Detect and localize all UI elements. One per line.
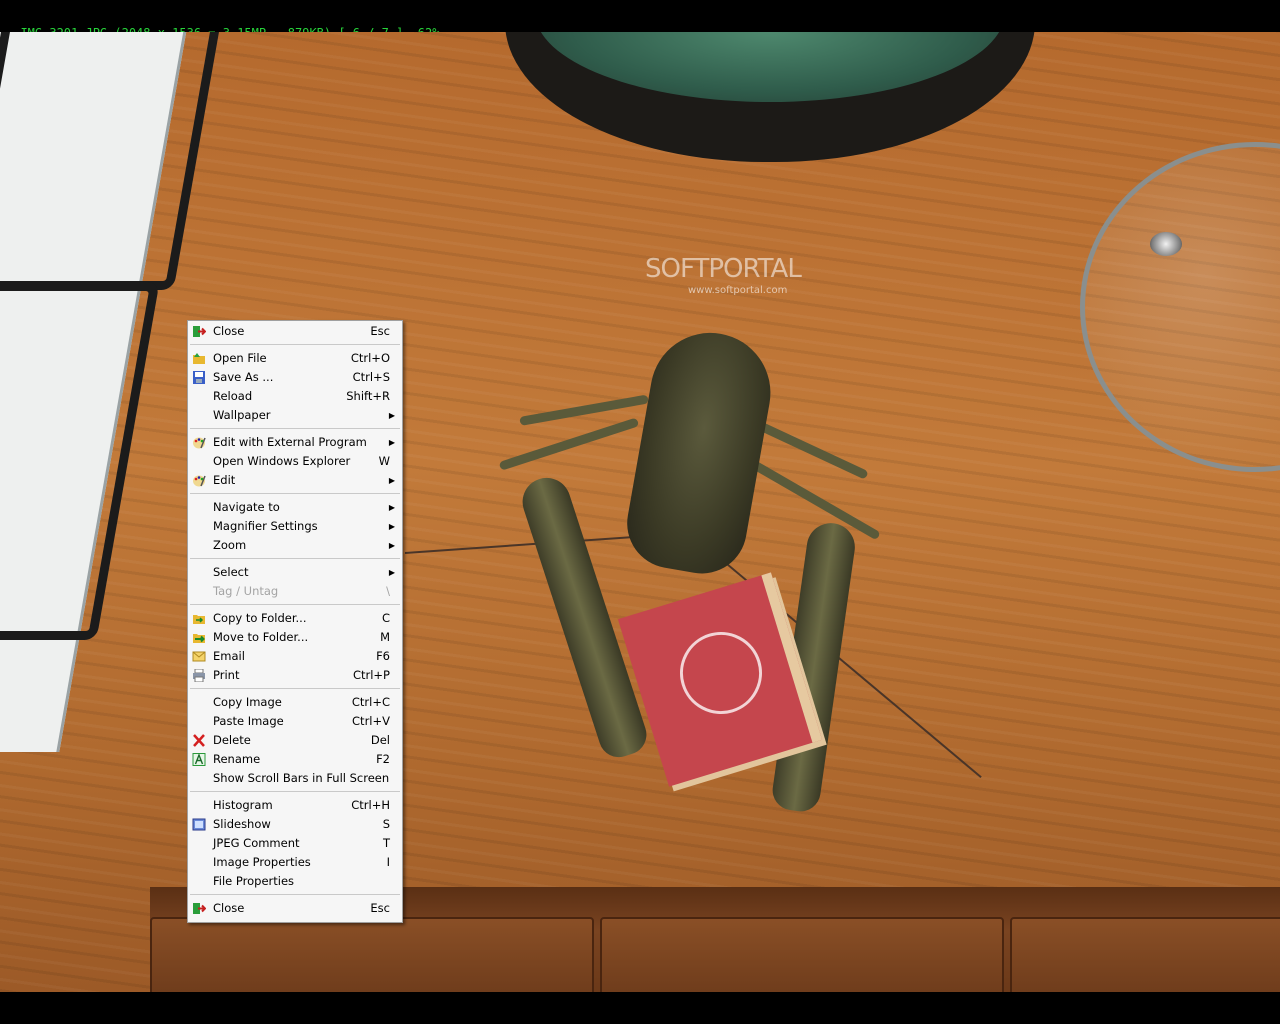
menu-separator (190, 791, 400, 792)
crayfish-leg (737, 452, 881, 541)
palette-icon (193, 475, 206, 487)
floppy-disk-icon (193, 371, 205, 384)
rename-icon (192, 753, 206, 766)
submenu-arrow-icon: ▶ (388, 476, 395, 485)
menu-magnifier-settings[interactable]: Magnifier Settings ▶ (188, 517, 402, 536)
menu-navigate-to[interactable]: Navigate to ▶ (188, 498, 402, 517)
submenu-arrow-icon: ▶ (388, 568, 395, 577)
open-folder-icon (193, 353, 205, 364)
red-x-icon (193, 734, 205, 747)
move-folder-icon (193, 634, 205, 643)
menu-separator (190, 894, 400, 895)
stove-grate (0, 32, 223, 290)
exit-icon (193, 326, 206, 337)
menu-wallpaper[interactable]: Wallpaper ▶ (188, 406, 402, 425)
menu-open-file[interactable]: Open File Ctrl+O (188, 349, 402, 368)
menu-delete[interactable]: Delete Del (188, 731, 402, 750)
menu-image-properties[interactable]: Image Properties I (188, 853, 402, 872)
cabinet-door (1010, 917, 1280, 992)
menu-move-to-folder[interactable]: Move to Folder... M (188, 628, 402, 647)
menu-close[interactable]: Close Esc (188, 322, 402, 341)
menu-slideshow[interactable]: Slideshow S (188, 815, 402, 834)
menu-edit-external[interactable]: Edit with External Program ▶ (188, 433, 402, 452)
menu-copy-to-folder[interactable]: Copy to Folder... C (188, 609, 402, 628)
bottom-bar (0, 992, 1280, 1024)
menu-reload[interactable]: Reload Shift+R (188, 387, 402, 406)
menu-print[interactable]: Print Ctrl+P (188, 666, 402, 685)
menu-paste-image[interactable]: Paste Image Ctrl+V (188, 712, 402, 731)
menu-separator (190, 493, 400, 494)
lid-knob (1150, 232, 1182, 256)
menu-show-scroll-bars[interactable]: Show Scroll Bars in Full Screen (188, 769, 402, 788)
submenu-arrow-icon: ▶ (388, 541, 395, 550)
copy-folder-icon (193, 615, 205, 624)
submenu-arrow-icon: ▶ (388, 438, 395, 447)
menu-open-explorer[interactable]: Open Windows Explorer W (188, 452, 402, 471)
slideshow-icon (192, 818, 206, 831)
menu-copy-image[interactable]: Copy Image Ctrl+C (188, 693, 402, 712)
menu-separator (190, 558, 400, 559)
menu-tag-untag: Tag / Untag \ (213, 584, 390, 598)
stove-grate (0, 282, 160, 640)
glass-lid (1080, 142, 1280, 472)
menu-separator (190, 688, 400, 689)
menu-file-properties[interactable]: File Properties (188, 872, 402, 891)
menu-zoom[interactable]: Zoom ▶ (188, 536, 402, 555)
watermark-brand: SOFTPORTAL (645, 254, 802, 284)
menu-separator (190, 428, 400, 429)
crayfish-leg (498, 417, 640, 471)
menu-separator (190, 344, 400, 345)
menu-email[interactable]: Email F6 (188, 647, 402, 666)
menu-jpeg-comment[interactable]: JPEG Comment T (188, 834, 402, 853)
status-bar: IMG_3201.JPG (2048 x 1536 = 3.15MP , 879… (0, 0, 1280, 40)
envelope-icon (192, 651, 206, 662)
menu-edit[interactable]: Edit ▶ (188, 471, 402, 490)
cabinet-door (150, 917, 594, 992)
submenu-arrow-icon: ▶ (388, 522, 395, 531)
menu-close-bottom[interactable]: Close Esc (188, 899, 402, 918)
crayfish-body (620, 323, 780, 581)
exit-icon (193, 903, 206, 914)
menu-separator (190, 604, 400, 605)
watermark-url: www.softportal.com (688, 285, 788, 296)
submenu-arrow-icon: ▶ (388, 411, 395, 420)
cabinet-door (600, 917, 1004, 992)
menu-histogram[interactable]: Histogram Ctrl+H (188, 796, 402, 815)
submenu-arrow-icon: ▶ (388, 503, 395, 512)
palette-icon (193, 437, 206, 449)
menu-select[interactable]: Select ▶ (188, 563, 402, 582)
menu-save-as[interactable]: Save As ... Ctrl+S (188, 368, 402, 387)
context-menu: Close Esc Open File Ctrl+O Save As ... C… (187, 320, 403, 923)
menu-rename[interactable]: Rename F2 (188, 750, 402, 769)
printer-icon (193, 669, 205, 682)
